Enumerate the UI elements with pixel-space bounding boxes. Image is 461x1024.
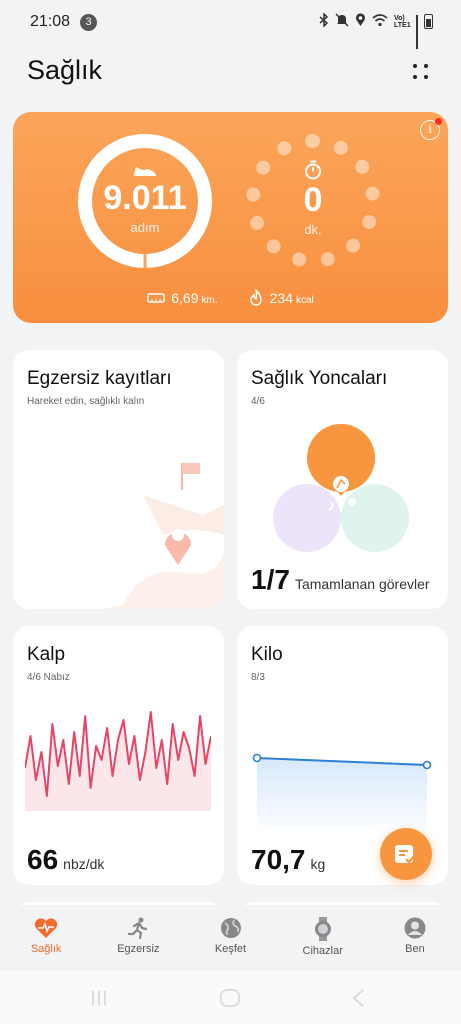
- clover-card-title: Sağlık Yoncaları: [251, 368, 388, 389]
- bottom-navigation: Sağlık Egzersiz Keşfet Cihazlar Ben: [0, 905, 461, 971]
- ruler-icon: [147, 293, 165, 303]
- flame-icon: [249, 289, 262, 306]
- mute-icon: [335, 13, 349, 30]
- nav-item-saglik[interactable]: Sağlık: [0, 905, 92, 971]
- location-icon: [355, 13, 366, 30]
- clover-completed-value: 1/7: [251, 564, 290, 595]
- status-icons: Vo) LTE1: [319, 12, 433, 49]
- heart-rate-card[interactable]: Kalp 4/6 Nabız 66 nbz/dk: [13, 626, 224, 885]
- profile-icon: [404, 917, 426, 939]
- weight-point-start: [252, 753, 262, 763]
- add-record-button[interactable]: [380, 828, 432, 880]
- battery-icon: [424, 14, 433, 29]
- clover-chart-illustration: [273, 424, 409, 552]
- distance-value: 6,69: [171, 290, 199, 306]
- nav-label-ben: Ben: [405, 943, 425, 955]
- distance-stat: 6,69 km.: [147, 290, 218, 306]
- bluetooth-icon: [319, 12, 329, 30]
- network-label: Vo) LTE1: [394, 14, 411, 29]
- page-title: Sağlık: [27, 55, 103, 85]
- activity-summary-card[interactable]: i 9.011 adım 0 dk. 6,69 km. 234 kcal: [13, 112, 448, 323]
- heart-rate-value: 66: [27, 844, 59, 875]
- exercise-records-card[interactable]: Egzersiz kayıtları Hareket edin, sağlıkl…: [13, 350, 224, 609]
- calories-unit: kcal: [295, 295, 314, 306]
- info-icon[interactable]: i: [420, 118, 442, 140]
- steps-value: 9.011: [103, 179, 187, 217]
- exercise-card-subtitle: Hareket edin, sağlıklı kalın: [27, 396, 145, 407]
- weight-card-title: Kilo: [251, 644, 283, 665]
- weight-reading: 70,7 kg: [251, 844, 325, 876]
- watch-icon: [314, 917, 331, 941]
- nav-item-ben[interactable]: Ben: [369, 905, 461, 971]
- edit-notes-icon: [395, 845, 417, 864]
- shoe-icon: [134, 167, 156, 176]
- heart-card-date: 4/6 Nabız: [27, 672, 70, 683]
- back-icon: [352, 989, 364, 1007]
- clover-completed: 1/7 Tamamlanan görevler: [251, 564, 430, 596]
- nav-label-cihazlar: Cihazlar: [302, 945, 343, 957]
- clover-card-date: 4/6: [251, 396, 265, 407]
- nav-item-kesfet[interactable]: Keşfet: [184, 905, 276, 971]
- nav-label-saglik: Sağlık: [30, 943, 62, 955]
- distance-unit: km.: [201, 295, 218, 306]
- calories-stat: 234 kcal: [248, 289, 314, 307]
- steps-display: 9.011 adım: [78, 164, 212, 235]
- weight-value: 70,7: [251, 844, 306, 875]
- weight-card-date: 8/3: [251, 672, 265, 683]
- minutes-display: 0 dk.: [246, 160, 380, 237]
- status-time: 21:08: [30, 13, 71, 30]
- signal-icon: [416, 14, 418, 49]
- nav-item-egzersiz[interactable]: Egzersiz: [92, 905, 184, 971]
- calories-value: 234: [269, 290, 293, 306]
- heart-pulse-icon: [34, 918, 58, 938]
- nav-label-kesfet: Keşfet: [214, 943, 247, 955]
- recent-apps-icon: [92, 991, 106, 1005]
- system-navigation-bar: [0, 971, 461, 1024]
- steps-unit: adım: [130, 220, 160, 235]
- globe-icon: [220, 918, 241, 938]
- heart-rate-chart: [25, 711, 211, 811]
- status-bar: 21:08 3 Vo) LTE1: [0, 0, 461, 49]
- clover-completed-label: Tamamlanan görevler: [294, 576, 430, 592]
- minutes-value: 0: [303, 181, 323, 219]
- weight-trend-chart: [252, 753, 432, 836]
- wifi-icon: [372, 13, 388, 30]
- heart-rate-unit: nbz/dk: [63, 856, 105, 872]
- nav-item-cihazlar[interactable]: Cihazlar: [277, 905, 369, 971]
- more-options-icon[interactable]: [411, 62, 431, 82]
- runner-icon: [128, 917, 148, 939]
- exercise-card-title: Egzersiz kayıtları: [27, 368, 172, 389]
- home-icon: [220, 989, 240, 1007]
- activity-totals: 6,69 km. 234 kcal: [13, 289, 448, 307]
- nav-label-egzersiz: Egzersiz: [117, 943, 160, 955]
- route-map-illustration: [103, 463, 224, 609]
- health-clover-card[interactable]: Sağlık Yoncaları 4/6 1/7 Tamamlanan görev…: [237, 350, 448, 609]
- notification-count-badge: 3: [80, 14, 97, 31]
- heart-rate-reading: 66 nbz/dk: [27, 844, 104, 876]
- weight-point-end: [422, 760, 432, 770]
- minutes-unit: dk.: [304, 222, 322, 237]
- weight-unit: kg: [310, 856, 326, 872]
- stopwatch-icon: [305, 160, 321, 180]
- heart-card-title: Kalp: [27, 644, 66, 665]
